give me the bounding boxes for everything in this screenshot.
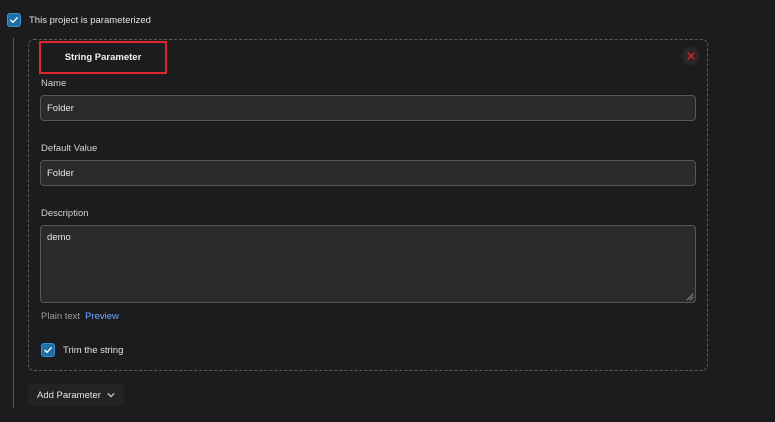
description-textarea[interactable]: demo <box>40 225 696 303</box>
parameterized-label: This project is parameterized <box>29 14 151 26</box>
parameter-type-highlight: String Parameter <box>39 41 167 74</box>
parameterized-row: This project is parameterized <box>7 13 151 27</box>
add-parameter-button[interactable]: Add Parameter <box>28 384 124 406</box>
parameterized-checkbox[interactable] <box>7 13 21 27</box>
check-icon <box>10 17 18 23</box>
add-parameter-label: Add Parameter <box>37 389 101 401</box>
description-label: Description <box>41 208 89 219</box>
trim-string-checkbox[interactable] <box>41 343 55 357</box>
trim-string-row: Trim the string <box>41 343 123 357</box>
trim-string-label: Trim the string <box>63 344 124 356</box>
name-input[interactable] <box>40 95 696 121</box>
remove-parameter-button[interactable] <box>682 47 700 65</box>
string-parameter-card: String Parameter Name Default Value Desc… <box>28 39 708 371</box>
preview-link[interactable]: Preview <box>85 311 119 322</box>
default-value-input[interactable] <box>40 160 696 186</box>
name-label: Name <box>41 78 67 89</box>
parameters-section: This project is parameterized String Par… <box>0 0 775 422</box>
description-format-row: Plain text Preview <box>41 311 119 322</box>
parameter-type-title: String Parameter <box>64 52 142 63</box>
default-value-label: Default Value <box>41 143 98 154</box>
check-icon <box>44 347 52 353</box>
close-icon <box>687 52 695 60</box>
chevron-down-icon <box>107 393 115 398</box>
section-guide-line <box>13 38 14 408</box>
resize-grip-icon[interactable] <box>685 292 694 301</box>
plain-text-label: Plain text <box>41 311 81 322</box>
